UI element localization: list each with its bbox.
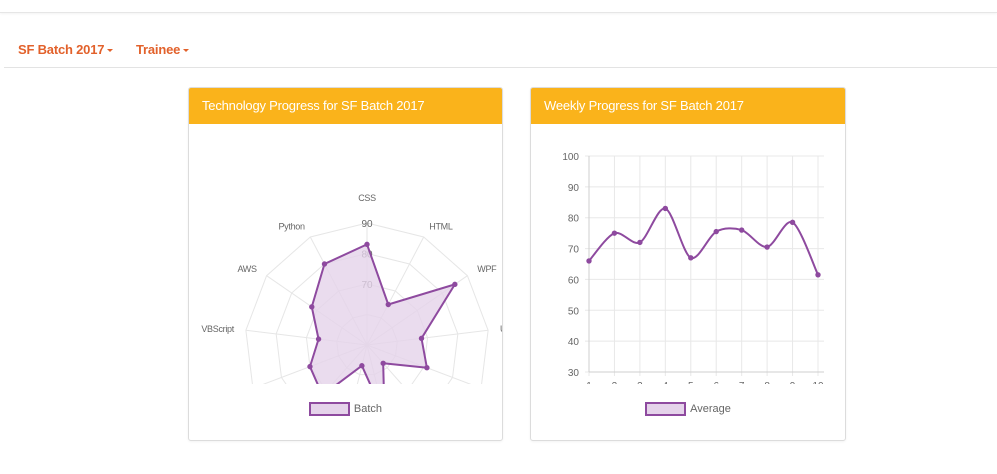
x-tick-label: 7 — [739, 381, 745, 384]
line-point — [764, 244, 770, 250]
line-chart: 30 40 50 60 70 80 90 100 1 2 3 4 5 6 7 8 9 10 — [562, 152, 824, 384]
radar-point — [380, 360, 386, 366]
nav-bar: SF Batch 2017 Trainee — [4, 36, 997, 68]
legend-label: Batch — [353, 403, 383, 415]
radar-axis-label: CSS — [358, 193, 376, 203]
x-tick-label: 10 — [812, 381, 824, 384]
x-tick-label: 4 — [663, 381, 669, 384]
legend-swatch — [308, 402, 350, 416]
radar-axis-label: AWS — [237, 264, 257, 274]
line-point — [662, 205, 669, 212]
top-bar — [0, 0, 997, 13]
radar-tick-label: 90 — [361, 219, 373, 230]
chevron-down-icon — [107, 49, 114, 53]
line-point — [611, 230, 618, 236]
y-tick-label: 50 — [568, 306, 580, 317]
radar-chart: 708090CSSHTMLWPFUNIXjQueryDockerJavaScri… — [201, 193, 502, 384]
technology-progress-panel: Technology Progress for SF Batch 2017 70… — [188, 87, 503, 441]
radar-point — [385, 301, 391, 308]
radar-axis-label: WPF — [477, 264, 497, 274]
x-tick-label: 8 — [764, 381, 770, 384]
batch-dropdown[interactable]: SF Batch 2017 — [18, 42, 114, 57]
line-point — [815, 272, 821, 278]
radar-point — [315, 336, 322, 342]
line-point — [738, 227, 745, 233]
y-tick-label: 30 — [568, 368, 580, 379]
x-tick-label: 5 — [688, 381, 694, 384]
line-series-average — [588, 207, 819, 276]
y-tick-label: 90 — [568, 183, 580, 194]
batch-dropdown-label: SF Batch 2017 — [18, 42, 105, 57]
chart-legend[interactable]: Average — [531, 402, 845, 416]
line-point — [688, 255, 694, 261]
y-tick-label: 70 — [568, 245, 580, 256]
legend-swatch — [645, 402, 687, 416]
y-tick-label: 60 — [568, 275, 580, 286]
x-tick-label: 6 — [713, 381, 719, 384]
y-tick-label: 80 — [568, 214, 580, 225]
x-tick-label: 1 — [586, 381, 592, 384]
y-tick-label: 40 — [568, 337, 580, 348]
x-tick-label: 2 — [612, 381, 618, 384]
chart-legend[interactable]: Batch — [189, 402, 502, 416]
role-dropdown[interactable]: Trainee — [136, 42, 190, 57]
radar-point — [359, 363, 365, 369]
radar-axis-label: UNIX — [500, 324, 502, 334]
panel-title: Technology Progress for SF Batch 2017 — [189, 88, 502, 124]
radar-point — [452, 281, 458, 288]
line-point — [789, 219, 796, 226]
radar-point — [364, 241, 370, 248]
radar-axis-label: HTML — [429, 221, 453, 231]
legend-label: Average — [690, 403, 731, 415]
x-tick-label: 3 — [637, 381, 643, 384]
line-point — [713, 228, 719, 235]
chevron-down-icon — [183, 49, 190, 53]
radar-axis-label: VBScript — [201, 324, 234, 334]
panel-title: Weekly Progress for SF Batch 2017 — [531, 88, 845, 124]
radar-point — [309, 304, 315, 310]
radar-point — [321, 261, 328, 267]
radar-point — [424, 365, 430, 371]
x-tick-label: 9 — [790, 381, 796, 384]
y-tick-label: 100 — [562, 152, 579, 163]
radar-point — [418, 335, 425, 342]
radar-axis-label: Python — [278, 221, 305, 231]
line-point — [586, 258, 592, 264]
weekly-progress-panel: Weekly Progress for SF Batch 2017 30 40 50… — [530, 87, 846, 441]
radar-point — [307, 363, 313, 370]
line-point — [637, 239, 643, 246]
role-dropdown-label: Trainee — [136, 42, 181, 57]
